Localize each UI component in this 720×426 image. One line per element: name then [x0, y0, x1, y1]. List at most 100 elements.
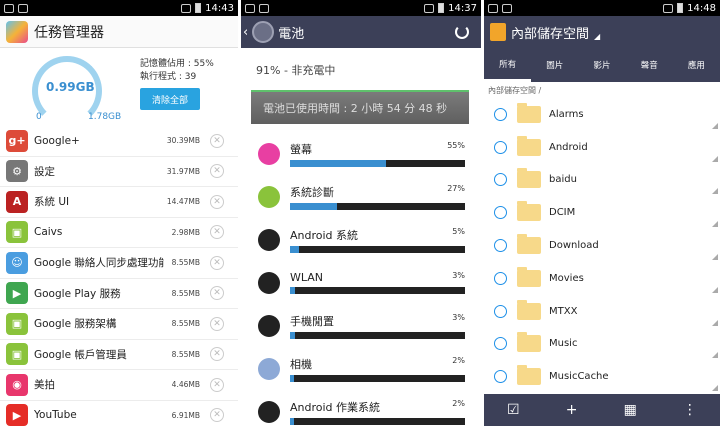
close-icon[interactable]: ✕: [210, 133, 224, 148]
folder-row[interactable]: MusicCache: [484, 360, 720, 393]
back-icon[interactable]: ‹: [243, 25, 248, 40]
close-icon[interactable]: ✕: [210, 225, 224, 240]
folder-row[interactable]: Download: [484, 229, 720, 262]
more-icon[interactable]: ⋮: [683, 402, 697, 418]
select-checkbox[interactable]: [494, 304, 507, 318]
notification-icon: [245, 3, 255, 13]
task-name: 設定: [34, 165, 55, 178]
memory-info: 記憶體佔用 : 55% 執行程式 : 39: [140, 58, 214, 84]
charge-status: 91% - 非充電中: [256, 64, 336, 77]
battery-usage-item[interactable]: 相機 2%: [241, 347, 481, 390]
close-icon[interactable]: ✕: [210, 255, 224, 270]
android-icon: ▣: [6, 312, 28, 335]
memory-summary: 0.99GB 0 1.78GB 記憶體佔用 : 55% 執行程式 : 39 清除…: [0, 48, 238, 126]
add-icon[interactable]: +: [566, 402, 578, 418]
select-checkbox[interactable]: [494, 107, 507, 121]
battery-usage-item[interactable]: WLAN 3%: [241, 261, 481, 304]
app-header[interactable]: 內部儲存空間 ◢: [484, 16, 720, 48]
usage-bar-fill: [290, 159, 387, 167]
usage-bar-fill: [290, 417, 294, 425]
task-row[interactable]: ☺ Google 聯絡人同步處理功能 8.55MB ✕: [0, 248, 238, 279]
task-manager-app-icon: [6, 20, 28, 43]
tab-item[interactable]: 應用: [673, 48, 720, 82]
task-row[interactable]: ▶ Google Play 服務 8.55MB ✕: [0, 279, 238, 309]
battery-usage-item[interactable]: 螢幕 55%: [241, 132, 481, 175]
folder-row[interactable]: baidu: [484, 164, 720, 197]
task-row[interactable]: ⚙ 設定 31.97MB ✕: [0, 157, 238, 187]
battery-icon: [195, 3, 202, 13]
tab-item[interactable]: 圖片: [531, 48, 578, 82]
wlan-icon: [258, 271, 280, 294]
corner-icon: [712, 122, 718, 129]
close-icon[interactable]: ✕: [210, 316, 224, 331]
google-plus-icon: g+: [6, 129, 28, 152]
select-checkbox[interactable]: [494, 370, 507, 384]
battery-usage-time: 電池已使用時間 : 2 小時 54 分 48 秒: [251, 90, 469, 124]
folder-icon: [517, 135, 541, 156]
refresh-icon[interactable]: [455, 25, 469, 39]
battery-usage-item[interactable]: 系統診斷 27%: [241, 175, 481, 218]
category-tabs: 所有 圖片 影片 聲音 應用: [484, 48, 720, 82]
tab-item[interactable]: 影片: [578, 48, 625, 82]
tab-item[interactable]: 聲音: [626, 48, 673, 82]
task-row[interactable]: ◉ 美拍 4.46MB ✕: [0, 370, 238, 401]
folder-row[interactable]: DCIM: [484, 196, 720, 229]
checkbox-icon[interactable]: ☑: [507, 402, 520, 418]
folder-name: Android: [549, 141, 588, 153]
contacts-icon: ☺: [6, 251, 28, 274]
storage-app-icon: [490, 23, 506, 41]
camera-icon: [258, 357, 280, 380]
select-checkbox[interactable]: [494, 271, 507, 285]
play-services-icon: ▶: [6, 282, 28, 305]
usage-percent: 2%: [452, 398, 465, 408]
close-icon[interactable]: ✕: [210, 347, 224, 362]
folder-icon: [517, 365, 541, 386]
tab-item[interactable]: 所有: [484, 48, 532, 82]
battery-icon: [438, 3, 445, 13]
dropdown-icon[interactable]: ◢: [594, 32, 600, 41]
close-icon[interactable]: ✕: [210, 408, 224, 423]
corner-icon: [712, 319, 718, 326]
folder-row[interactable]: MTXX: [484, 295, 720, 328]
status-bar: 14:48: [484, 0, 720, 16]
task-size: 8.55MB: [171, 258, 200, 268]
close-icon[interactable]: ✕: [210, 194, 224, 209]
task-row[interactable]: ▣ Caivs 2.98MB ✕: [0, 218, 238, 248]
close-icon[interactable]: ✕: [210, 286, 224, 301]
usage-percent: 55%: [447, 140, 465, 150]
close-icon[interactable]: ✕: [210, 377, 224, 392]
folder-row[interactable]: Movies: [484, 262, 720, 295]
folder-row[interactable]: Music: [484, 328, 720, 361]
task-row[interactable]: ▣ Google 服務架構 8.55MB ✕: [0, 309, 238, 340]
battery-usage-item[interactable]: Android 作業系統 2%: [241, 390, 481, 426]
task-size: 30.39MB: [166, 136, 200, 146]
task-row[interactable]: A 系統 UI 14.47MB ✕: [0, 187, 238, 218]
close-icon[interactable]: ✕: [210, 164, 224, 179]
page-title: 電池: [278, 26, 305, 42]
task-row[interactable]: ▣ Google 帳戶管理員 8.55MB ✕: [0, 340, 238, 370]
power-icon: [258, 314, 280, 337]
usage-name: WLAN: [290, 271, 324, 284]
screen-icon: [258, 142, 280, 165]
select-checkbox[interactable]: [494, 173, 507, 187]
grid-icon[interactable]: ▦: [624, 402, 637, 418]
clear-all-button[interactable]: 清除全部: [140, 88, 200, 110]
task-row[interactable]: ▶ YouTube 6.91MB ✕: [0, 401, 238, 426]
folder-name: DCIM: [549, 207, 576, 219]
corner-icon: [712, 352, 718, 359]
select-checkbox[interactable]: [494, 206, 507, 220]
select-checkbox[interactable]: [494, 140, 507, 154]
folder-icon: [517, 234, 541, 255]
select-checkbox[interactable]: [494, 337, 507, 351]
notification-icon: [502, 3, 512, 13]
memory-used: 記憶體佔用 : 55%: [140, 59, 214, 69]
select-checkbox[interactable]: [494, 239, 507, 253]
battery-usage-item[interactable]: Android 系統 5%: [241, 218, 481, 261]
folder-row[interactable]: Alarms: [484, 98, 720, 131]
settings-icon: ⚙: [6, 160, 28, 183]
folder-row[interactable]: Android: [484, 131, 720, 164]
wifi-icon: [181, 3, 192, 13]
task-row[interactable]: g+ Google+ 30.39MB ✕: [0, 126, 238, 157]
battery-usage-item[interactable]: 手機閒置 3%: [241, 304, 481, 347]
usage-percent: 3%: [452, 271, 465, 280]
